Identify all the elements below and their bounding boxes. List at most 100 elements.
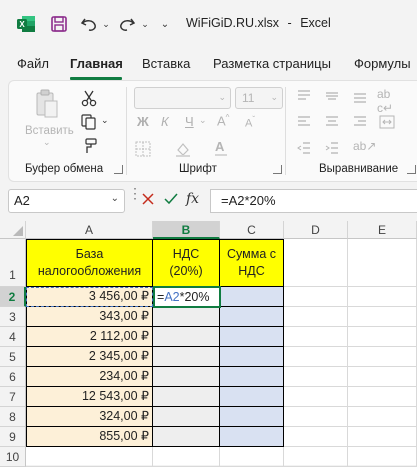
- cell-a7[interactable]: 12 543,00 ₽: [26, 387, 153, 407]
- row-header-2[interactable]: 2: [0, 287, 26, 307]
- cell-d3[interactable]: [284, 307, 348, 327]
- column-header-b[interactable]: B: [153, 221, 220, 239]
- cell-a3[interactable]: 343,00 ₽: [26, 307, 153, 327]
- align-left-icon[interactable]: [297, 115, 311, 132]
- column-header-e[interactable]: E: [348, 221, 417, 239]
- formula-input[interactable]: =A2*20%: [210, 189, 417, 213]
- cell-d6[interactable]: [284, 367, 348, 387]
- cell-d7[interactable]: [284, 387, 348, 407]
- insert-function-icon[interactable]: fx: [186, 191, 199, 207]
- merge-cells-icon[interactable]: [379, 115, 395, 132]
- row-header-1[interactable]: 1: [0, 239, 26, 287]
- underline-dropdown-icon[interactable]: ⌄: [199, 115, 207, 126]
- cell-c3[interactable]: [220, 307, 284, 327]
- cell-d2[interactable]: [284, 287, 348, 307]
- cell-e9[interactable]: [348, 427, 417, 447]
- cell-b5[interactable]: [153, 347, 220, 367]
- cell-c9[interactable]: [220, 427, 284, 447]
- cell-c7[interactable]: [220, 387, 284, 407]
- format-painter-icon[interactable]: [81, 138, 97, 157]
- align-right-icon[interactable]: [353, 115, 367, 132]
- cell-e8[interactable]: [348, 407, 417, 427]
- cell-d9[interactable]: [284, 427, 348, 447]
- paste-button[interactable]: Вставить ⌄: [19, 87, 74, 147]
- cell-e4[interactable]: [348, 327, 417, 347]
- header-cell-vat[interactable]: НДС (20%): [153, 239, 220, 287]
- font-color-icon[interactable]: A: [215, 139, 227, 156]
- decrease-indent-icon[interactable]: [297, 141, 311, 158]
- cell-c6[interactable]: [220, 367, 284, 387]
- copy-icon[interactable]: [81, 114, 97, 133]
- cell-d4[interactable]: [284, 327, 348, 347]
- header-cell-total[interactable]: Сумма с НДС: [220, 239, 284, 287]
- cell-e6[interactable]: [348, 367, 417, 387]
- clipboard-launcher-icon[interactable]: [114, 165, 123, 174]
- cell-a6[interactable]: 234,00 ₽: [26, 367, 153, 387]
- cell-d8[interactable]: [284, 407, 348, 427]
- undo-dropdown-icon[interactable]: ⌄: [100, 13, 112, 35]
- row-header-7[interactable]: 7: [0, 387, 26, 407]
- cell-c4[interactable]: [220, 327, 284, 347]
- undo-icon[interactable]: [78, 13, 100, 35]
- wrap-text-icon[interactable]: ab c↵: [377, 87, 393, 115]
- cell-e3[interactable]: [348, 307, 417, 327]
- tab-formulas[interactable]: Формулы: [354, 56, 411, 71]
- cell-b9[interactable]: [153, 427, 220, 447]
- cell-d10[interactable]: [284, 447, 348, 467]
- cell-d5[interactable]: [284, 347, 348, 367]
- cell-e7[interactable]: [348, 387, 417, 407]
- redo-icon[interactable]: [116, 13, 138, 35]
- active-cell-b2[interactable]: =A2*20%: [153, 286, 221, 308]
- customize-qat-icon[interactable]: ⌄: [158, 13, 172, 35]
- cut-icon[interactable]: [81, 89, 97, 110]
- cell-b8[interactable]: [153, 407, 220, 427]
- tab-home[interactable]: Главная: [70, 56, 123, 71]
- borders-icon[interactable]: [135, 141, 151, 160]
- cell-a9[interactable]: 855,00 ₽: [26, 427, 153, 447]
- cell-b6[interactable]: [153, 367, 220, 387]
- cell-a5[interactable]: 2 345,00 ₽: [26, 347, 153, 367]
- more-options-icon[interactable]: ⋮: [128, 186, 142, 200]
- column-header-a[interactable]: A: [26, 221, 153, 239]
- font-launcher-icon[interactable]: [273, 165, 282, 174]
- underline-button[interactable]: Ч: [185, 114, 194, 129]
- fill-color-icon[interactable]: [175, 141, 191, 160]
- confirm-entry-icon[interactable]: [163, 191, 179, 210]
- shrink-font-icon[interactable]: Aˇ: [245, 115, 255, 130]
- grow-font-icon[interactable]: A^: [217, 113, 229, 128]
- cell-c5[interactable]: [220, 347, 284, 367]
- cell-a10[interactable]: [26, 447, 153, 467]
- cell-d1[interactable]: [284, 239, 348, 287]
- cell-b3[interactable]: [153, 307, 220, 327]
- increase-indent-icon[interactable]: [325, 141, 339, 158]
- row-header-10[interactable]: 10: [0, 447, 26, 467]
- cancel-entry-icon[interactable]: [140, 191, 156, 210]
- redo-dropdown-icon[interactable]: ⌄: [139, 13, 151, 35]
- tab-file[interactable]: Файл: [17, 56, 49, 71]
- row-header-9[interactable]: 9: [0, 427, 26, 447]
- font-size-combo[interactable]: 11 ⌄: [235, 87, 283, 109]
- row-header-3[interactable]: 3: [0, 307, 26, 327]
- column-header-c[interactable]: C: [220, 221, 284, 239]
- row-header-5[interactable]: 5: [0, 347, 26, 367]
- cell-e2[interactable]: [348, 287, 417, 307]
- alignment-launcher-icon[interactable]: [407, 165, 416, 174]
- tab-page-layout[interactable]: Разметка страницы: [213, 56, 331, 71]
- column-header-d[interactable]: D: [284, 221, 348, 239]
- italic-button[interactable]: К: [161, 114, 169, 129]
- align-middle-icon[interactable]: [325, 89, 339, 106]
- text-orientation-icon[interactable]: ab↗: [353, 139, 376, 153]
- cell-c8[interactable]: [220, 407, 284, 427]
- align-top-icon[interactable]: [297, 89, 311, 106]
- cell-c10[interactable]: [220, 447, 284, 467]
- cell-b10[interactable]: [153, 447, 220, 467]
- cell-e10[interactable]: [348, 447, 417, 467]
- select-all-corner[interactable]: [0, 221, 26, 239]
- row-header-4[interactable]: 4: [0, 327, 26, 347]
- cell-b4[interactable]: [153, 327, 220, 347]
- row-header-6[interactable]: 6: [0, 367, 26, 387]
- row-header-8[interactable]: 8: [0, 407, 26, 427]
- cell-a8[interactable]: 324,00 ₽: [26, 407, 153, 427]
- cell-c2[interactable]: [220, 287, 284, 307]
- tab-insert[interactable]: Вставка: [142, 56, 190, 71]
